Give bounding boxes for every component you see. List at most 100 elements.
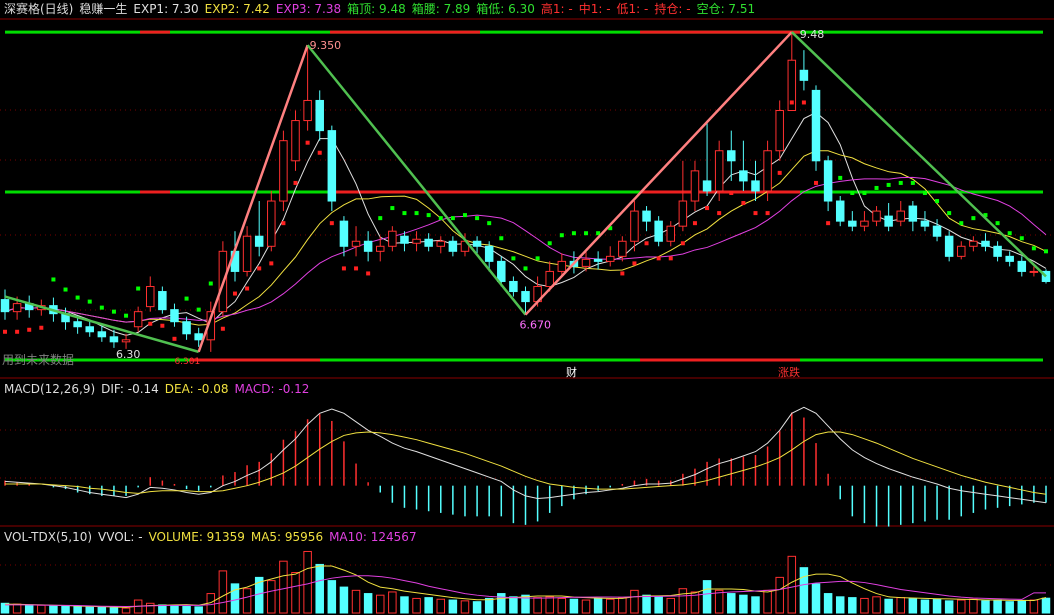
candle — [739, 170, 748, 182]
candle — [593, 258, 603, 262]
volume-bar — [787, 555, 797, 614]
volume-name[interactable]: VOL-TDX(5,10) — [4, 530, 92, 544]
volume-bar — [835, 596, 845, 614]
zigzag-segment — [790, 31, 1047, 278]
volume-bar — [969, 598, 978, 614]
candle — [690, 170, 700, 202]
volume-bar — [109, 607, 119, 614]
candle — [400, 235, 409, 244]
volume-bar — [545, 596, 554, 614]
vol-header-value-0: VVOL: - — [98, 530, 143, 544]
dea-line — [5, 431, 1047, 495]
sar-dot — [535, 256, 540, 261]
candle — [727, 150, 736, 162]
sar-dot — [947, 211, 952, 216]
volume-bar — [484, 597, 494, 614]
volume-bar — [896, 597, 905, 614]
candle — [545, 270, 554, 288]
stock-chart[interactable]: 9.350 6.670 9.48 6.30 6.301 用到未来数据财 涨跌 — [0, 0, 1054, 615]
volume-bar — [375, 594, 385, 614]
volume-bar — [412, 597, 421, 614]
candle — [944, 235, 954, 257]
candle — [158, 291, 167, 311]
volume-bar — [61, 605, 70, 614]
sar-dot — [438, 216, 443, 221]
sar-dot — [39, 325, 44, 330]
sar-dot — [935, 199, 940, 204]
sar-dot — [801, 100, 806, 105]
volume-bar — [799, 567, 809, 614]
volume-bar — [908, 597, 918, 614]
sar-dot — [148, 321, 153, 326]
volume-bar — [460, 600, 470, 614]
peak-left-label: 9.350 — [310, 39, 342, 52]
candle — [327, 130, 337, 202]
candle — [121, 339, 131, 343]
candle — [799, 69, 809, 81]
sar-dot — [874, 185, 879, 190]
volume-bar — [363, 593, 373, 614]
candle — [170, 309, 179, 323]
sar-dot — [814, 180, 819, 185]
volume-bar — [73, 606, 82, 614]
sar-dot — [886, 182, 891, 187]
sar-dot — [1044, 249, 1048, 254]
sar-dot — [826, 221, 831, 226]
zigzag-segment — [4, 295, 200, 354]
sar-dot — [378, 216, 383, 221]
volume-bar — [351, 589, 361, 614]
volume-bar — [1029, 599, 1039, 614]
volume-bar — [472, 601, 482, 614]
macd-header-value-0: DIF: -0.14 — [101, 382, 159, 396]
candle — [666, 225, 676, 242]
trough-mid-label: 6.670 — [520, 319, 552, 332]
sar-dot — [789, 100, 794, 105]
sar-dot — [705, 206, 710, 211]
candle — [194, 333, 203, 341]
volume-bar — [424, 597, 433, 614]
sar-dot — [414, 211, 419, 216]
candle — [763, 150, 772, 192]
sar-dot — [124, 313, 129, 318]
volume-bar — [291, 572, 300, 614]
volume-bar — [1041, 597, 1051, 614]
macd-name[interactable]: MACD(12,26,9) — [4, 382, 95, 396]
sar-dot — [87, 299, 92, 304]
volume-bar — [121, 607, 131, 614]
candle — [702, 180, 712, 192]
candle — [605, 255, 615, 262]
sar-dot — [402, 211, 407, 216]
volume-bar — [146, 602, 155, 614]
sar-dot — [475, 216, 480, 221]
sar-dot — [753, 211, 758, 216]
sar-dot — [245, 286, 250, 291]
vol-header-value-1: VOLUME: 91359 — [148, 530, 245, 544]
candle — [920, 220, 930, 227]
candle — [848, 220, 857, 227]
candle — [835, 200, 845, 222]
candle — [85, 326, 94, 333]
candle — [424, 238, 433, 247]
sar-dot — [208, 281, 213, 286]
sar-dot — [523, 266, 528, 271]
volume-bar — [957, 599, 966, 614]
candle — [339, 220, 349, 247]
volume-bar — [702, 580, 712, 614]
sar-dot — [305, 140, 310, 145]
candle — [472, 240, 482, 247]
sar-dot — [317, 150, 322, 155]
candle — [0, 299, 10, 313]
volume-bar — [279, 560, 288, 614]
sar-dot — [838, 175, 843, 180]
candle — [981, 240, 990, 247]
sar-dot — [717, 211, 722, 216]
candle — [363, 240, 373, 252]
volume-bar — [872, 596, 881, 614]
sar-dot — [995, 221, 1000, 226]
sar-dot — [862, 190, 867, 195]
volume-bar — [1005, 601, 1014, 614]
sar-dot — [571, 231, 576, 236]
candle — [133, 311, 143, 328]
candle — [581, 258, 591, 267]
macd-header-value-1: DEA: -0.08 — [164, 382, 229, 396]
